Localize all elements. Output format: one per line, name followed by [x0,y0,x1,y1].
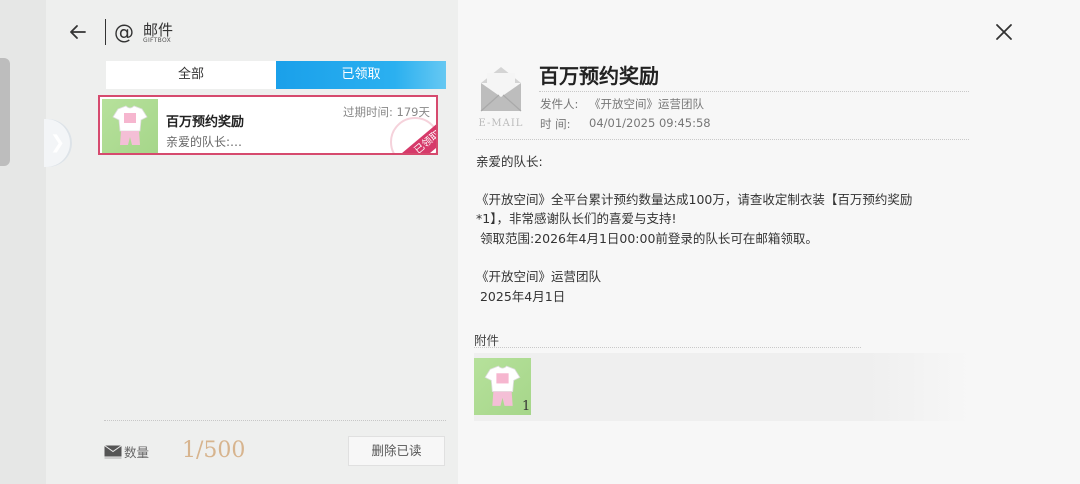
back-arrow-icon [70,25,86,39]
mail-body-line: 2025年4月1日 [476,289,566,304]
mail-body-line: 领取范围:2026年4月1日00:00前登录的队长可在邮箱领取。 [476,231,818,246]
envelope-icon [477,63,525,115]
mail-list-item[interactable]: 百万预约奖励 亲爱的队长:… 过期时间: 179天 已领取 [98,95,438,155]
edge-handle[interactable] [0,58,10,166]
footer-divider [104,420,446,421]
outfit-thumbnail [102,99,158,153]
title-divider [105,19,106,45]
envelope-label: E-MAIL [478,118,524,129]
tab-claimed[interactable]: 已领取 [276,61,446,89]
attachment-quantity: 1 [522,399,531,414]
attachment-row [474,353,869,421]
delete-read-button[interactable]: 删除已读 [348,436,445,466]
meta-divider-line [476,139,969,140]
mail-body-line: *1】，非常感谢队长们的喜爱与支持! [476,211,677,226]
page-subtitle: GIFTBOX [143,37,171,44]
chevron-right-icon: ❯ [50,132,66,153]
count-value: 1/500 [182,438,246,463]
title-divider-line [539,91,969,92]
mail-body-line: 亲爱的队长: [476,154,543,169]
attachment-divider [474,347,861,348]
attachment-row-fade [869,353,969,421]
time-label: 时 间: [540,117,571,131]
mail-item-preview: 亲爱的队长:… [166,135,243,149]
mail-item-title: 百万预约奖励 [166,115,245,130]
time-value: 04/01/2025 09:45:58 [589,116,711,130]
tab-all[interactable]: 全部 [106,61,276,89]
close-icon [996,24,1012,40]
mail-detail-title: 百万预约奖励 [539,64,659,88]
at-icon: @ [114,20,134,44]
count-label: 数量 [124,445,150,460]
mail-icon [104,444,122,459]
mail-body-line: 《开放空间》全平台累计预约数量达成100万，请查收定制衣装【百万预约奖励 [476,192,913,207]
back-button[interactable] [66,20,90,44]
close-button[interactable] [993,21,1015,43]
sender-label: 发件人: [540,97,579,111]
sender-value: 《开放空间》运营团队 [589,97,704,111]
mail-body-line: 《开放空间》运营团队 [476,269,602,284]
